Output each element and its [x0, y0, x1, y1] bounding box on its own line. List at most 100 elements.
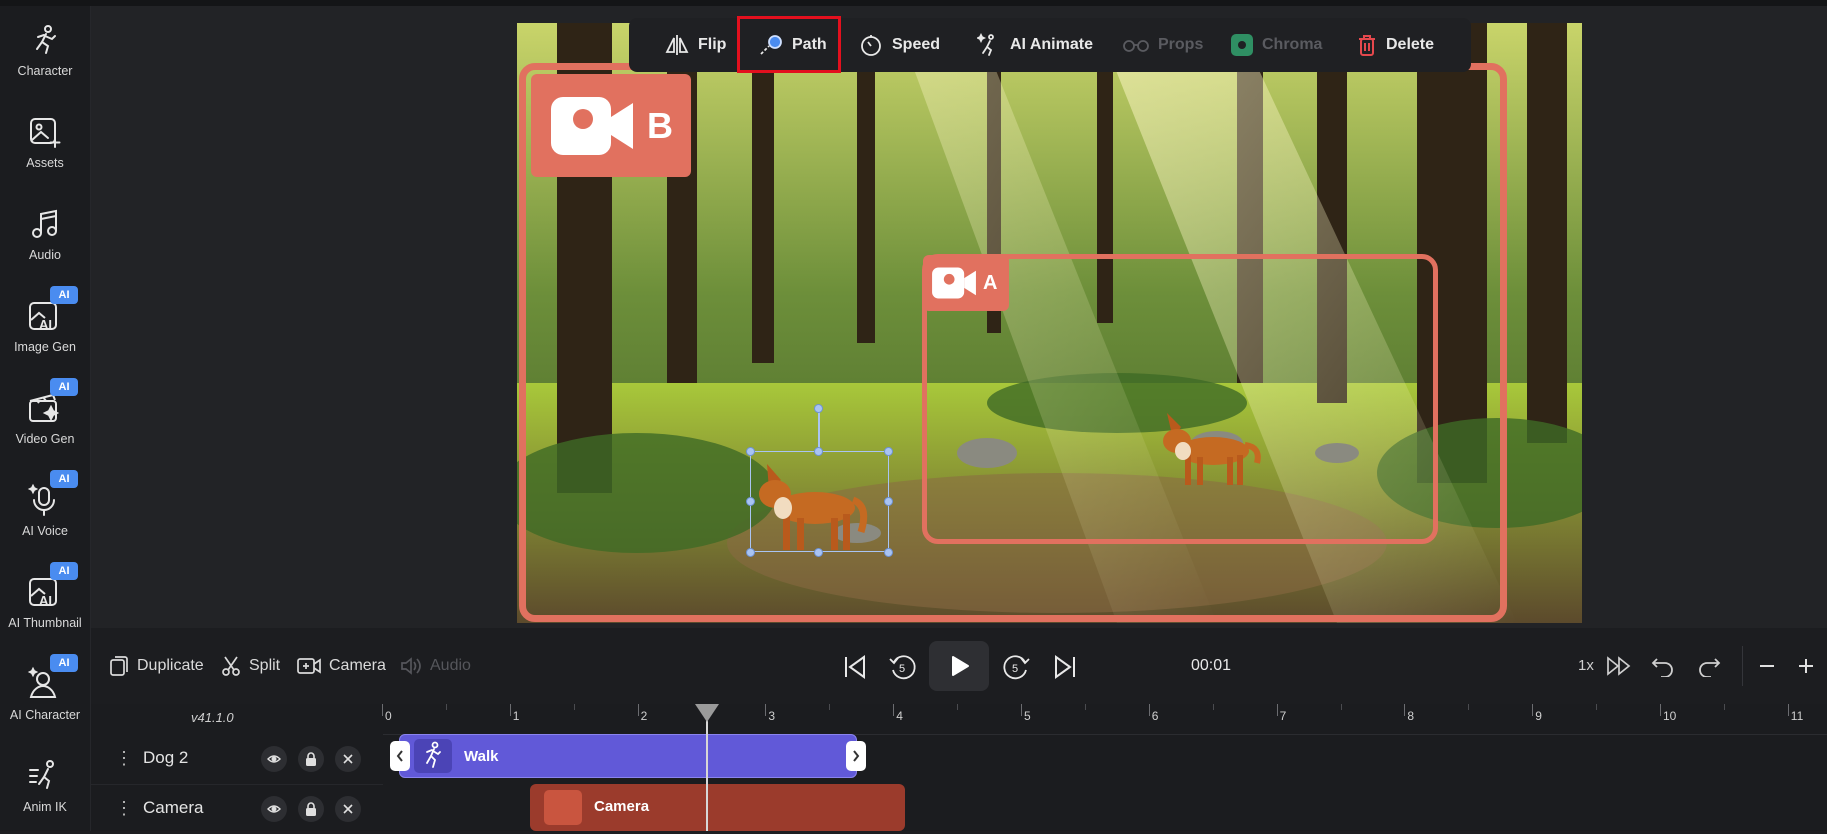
rewind-5-icon[interactable]: 5: [888, 652, 918, 682]
remove-track-button[interactable]: [335, 796, 361, 822]
time-ruler[interactable]: 0 1 2 3 4 5 6 7 8 9 10 11: [382, 704, 1827, 735]
camera-a-tag[interactable]: A: [923, 255, 1009, 311]
sidebar-item-label: Assets: [26, 156, 64, 170]
undo-icon[interactable]: [1651, 655, 1675, 677]
speed-value[interactable]: 1x: [1578, 628, 1594, 704]
ruler-tick: [765, 704, 767, 716]
rotate-handle-line: [818, 408, 820, 451]
speed-label: Speed: [892, 36, 941, 53]
ai-badge: AI: [50, 654, 78, 672]
glasses-icon: [1123, 40, 1149, 52]
stage-area: B A Flip Path Speed AI Animate Props Chr…: [91, 6, 1827, 628]
sidebar-item-ai-voice[interactable]: AI AI Voice: [0, 466, 90, 558]
split-button[interactable]: Split: [221, 628, 280, 704]
ruler-tick: [509, 704, 511, 716]
walk-icon: [426, 741, 441, 768]
resize-handle-bl[interactable]: [746, 548, 755, 557]
flip-button[interactable]: Flip: [665, 18, 726, 72]
sidebar-item-image-gen[interactable]: AI AI Image Gen: [0, 282, 90, 374]
sidebar-item-character[interactable]: Character: [0, 6, 90, 98]
camera-b-label: B: [647, 104, 673, 146]
visibility-toggle[interactable]: [261, 746, 287, 772]
sidebar-item-label: AI Character: [9, 708, 81, 722]
play-icon: [952, 656, 969, 676]
chroma-label: Chroma: [1262, 36, 1323, 53]
eye-icon: [267, 755, 281, 763]
ai-animate-button[interactable]: AI Animate: [977, 18, 1093, 72]
visibility-toggle[interactable]: [261, 796, 287, 822]
anim-ik-icon: [29, 760, 54, 789]
add-camera-icon: [297, 658, 321, 674]
zoom-in-icon[interactable]: [1797, 657, 1815, 675]
scene-canvas[interactable]: B A: [517, 23, 1582, 623]
remove-track-button[interactable]: [335, 746, 361, 772]
split-label: Split: [249, 657, 281, 674]
ruler-minor-tick: [1596, 704, 1598, 710]
track-header-camera: ⋮ Camera: [91, 784, 383, 834]
playback-controls-bar: Duplicate Split Camera Audio 5 5 00:01 1…: [91, 628, 1827, 704]
ai-animate-label: AI Animate: [1010, 36, 1093, 53]
svg-text:AI: AI: [39, 593, 52, 608]
ruler-tick-label: 11: [1790, 709, 1804, 723]
resize-handle-b[interactable]: [814, 548, 823, 557]
resize-handle-t[interactable]: [814, 447, 823, 456]
camera-b-tag[interactable]: B: [531, 74, 691, 177]
chevron-left-icon: [396, 750, 403, 762]
chroma-button[interactable]: Chroma: [1231, 18, 1322, 72]
rotate-handle[interactable]: [814, 404, 823, 413]
forward-5-icon[interactable]: 5: [1001, 652, 1031, 682]
sidebar-item-anim-ik[interactable]: Anim IK: [0, 742, 90, 834]
playhead-marker-icon[interactable]: [694, 704, 720, 724]
clip-trim-left-handle[interactable]: [390, 741, 410, 771]
speed-button[interactable]: Speed: [859, 18, 940, 72]
ruler-tick: [1787, 704, 1789, 716]
lock-toggle[interactable]: [298, 746, 324, 772]
camera-button[interactable]: Camera: [297, 628, 386, 704]
flip-label: Flip: [698, 36, 727, 53]
ruler-minor-tick: [1468, 704, 1470, 710]
resize-handle-l[interactable]: [746, 497, 755, 506]
track-menu-icon[interactable]: ⋮: [115, 798, 133, 819]
audio-button[interactable]: Audio: [400, 628, 471, 704]
sidebar-item-audio[interactable]: Audio: [0, 190, 90, 282]
sidebar-item-label: AI Thumbnail: [8, 616, 82, 630]
sidebar-item-assets[interactable]: Assets: [0, 98, 90, 190]
sidebar-item-ai-character[interactable]: AI AI Character: [0, 650, 90, 742]
skip-to-start-icon[interactable]: [842, 654, 868, 680]
lock-toggle[interactable]: [298, 796, 324, 822]
duplicate-button[interactable]: Duplicate: [109, 628, 204, 704]
duplicate-icon: [110, 656, 128, 676]
resize-handle-r[interactable]: [884, 497, 893, 506]
ruler-tick-label: 6: [1151, 709, 1159, 723]
ai-badge: AI: [50, 378, 78, 396]
trash-icon: [1359, 35, 1375, 56]
props-button[interactable]: Props: [1123, 18, 1203, 72]
redo-icon[interactable]: [1697, 655, 1721, 677]
current-time: 00:01: [1190, 657, 1232, 674]
delete-button[interactable]: Delete: [1357, 18, 1434, 72]
dog-character-2[interactable]: [1153, 403, 1263, 493]
ruler-tick: [1148, 704, 1150, 716]
fast-forward-icon[interactable]: [1606, 655, 1632, 677]
duplicate-label: Duplicate: [137, 657, 204, 674]
camera-clip[interactable]: Camera: [530, 784, 905, 831]
ruler-tick: [893, 704, 895, 716]
resize-handle-tl[interactable]: [746, 447, 755, 456]
sidebar-item-ai-thumbnail[interactable]: AI AI AI Thumbnail: [0, 558, 90, 650]
walk-clip[interactable]: Walk: [390, 734, 866, 778]
sidebar-item-video-gen[interactable]: AI Video Gen: [0, 374, 90, 466]
ruler-tick: [1021, 704, 1022, 716]
speaker-icon: [401, 657, 421, 675]
ruler-minor-tick: [1723, 704, 1725, 710]
selection-box[interactable]: [750, 451, 889, 552]
music-note-icon: [32, 209, 57, 238]
ruler-tick: [382, 704, 383, 716]
skip-to-end-icon[interactable]: [1052, 654, 1078, 680]
track-menu-icon[interactable]: ⋮: [115, 748, 133, 769]
play-button[interactable]: [929, 641, 989, 691]
clip-trim-right-handle[interactable]: [846, 741, 866, 771]
resize-handle-br[interactable]: [884, 548, 893, 557]
sidebar-item-label: Anim IK: [23, 800, 67, 814]
resize-handle-tr[interactable]: [884, 447, 893, 456]
zoom-out-icon[interactable]: [1758, 659, 1776, 673]
